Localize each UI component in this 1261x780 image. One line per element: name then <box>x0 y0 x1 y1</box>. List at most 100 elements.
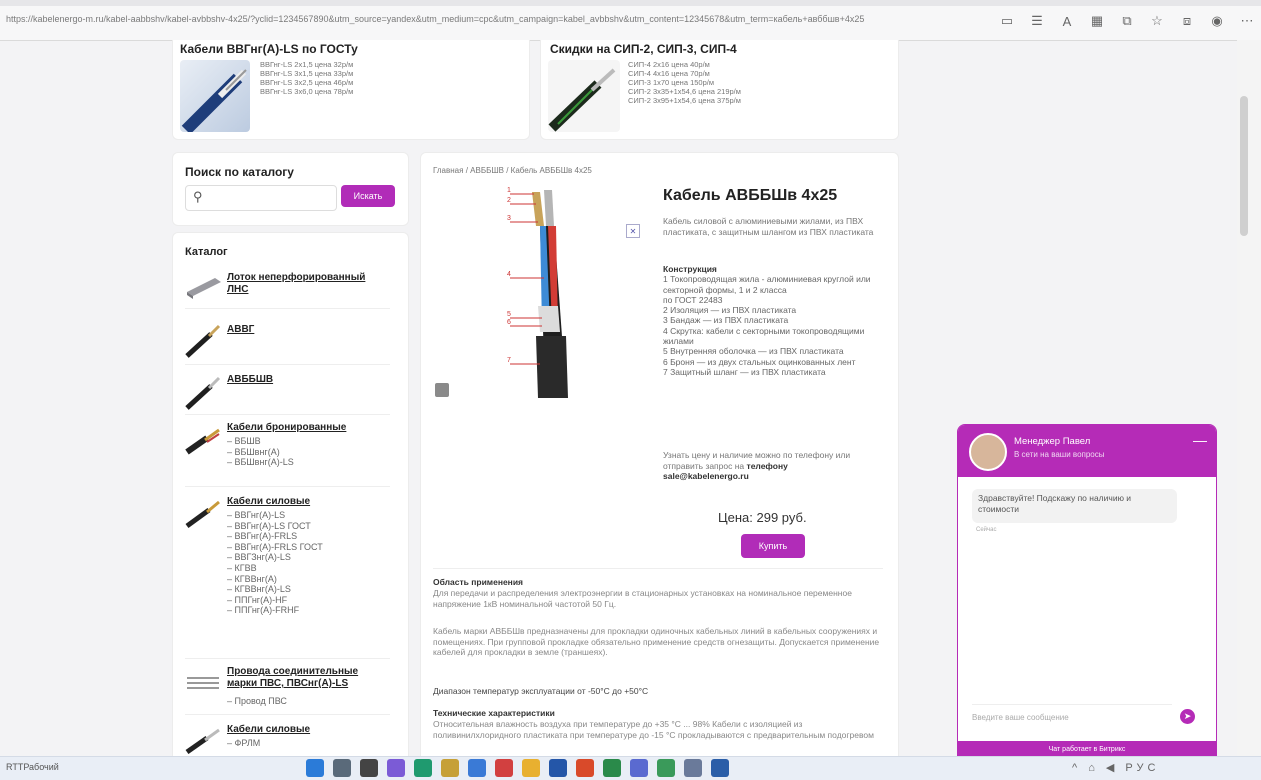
catalog-subitems: – Провод ПВС <box>227 696 287 707</box>
catalog-subitem[interactable]: – ВВГнг(А)-FRLS ГОСТ <box>227 542 323 553</box>
catalog-item-name[interactable]: Лоток неперфорированный ЛНС <box>227 272 387 296</box>
catalog-subitem-label[interactable]: Провод ПВС <box>235 696 287 706</box>
promo-line: ВВГнг-LS 3х1,5 цена 33р/м <box>260 69 354 78</box>
app-icon[interactable] <box>495 759 513 777</box>
catalog-subitem-label[interactable]: ВВГнг(А)-LS <box>235 510 286 520</box>
catalog-subitem-label[interactable]: ФРЛМ <box>235 738 261 748</box>
catalog-subitem[interactable]: – ВБШвнг(А) <box>227 447 294 458</box>
catalog-subitem[interactable]: – КГВВнг(А) <box>227 574 323 585</box>
catalog-subitem[interactable]: – ВВГнг(А)-FRLS <box>227 531 323 542</box>
search-input[interactable] <box>185 185 337 211</box>
folder-icon[interactable] <box>522 759 540 777</box>
catalog-subitem-label[interactable]: ППГнг(А)-HF <box>235 595 288 605</box>
catalog-subitem-label[interactable]: ВВГнг(А)-LS ГОСТ <box>235 521 311 531</box>
buy-button[interactable]: Купить <box>741 534 805 558</box>
tech-title: Технические характеристики <box>433 708 555 718</box>
catalog-item[interactable]: Провода соединительные марки ПВС, ПВСнг(… <box>185 666 390 708</box>
word-icon[interactable] <box>549 759 567 777</box>
callout-label: 4 <box>507 271 511 278</box>
callout-label: 6 <box>507 319 511 326</box>
explorer-icon[interactable] <box>441 759 459 777</box>
catalog-subitem-label[interactable]: КГВВнг(А) <box>235 574 277 584</box>
catalog-item[interactable]: Лоток неперфорированный ЛНС <box>185 272 390 302</box>
catalog-subitem[interactable]: – КГВВнг(А)-LS <box>227 584 323 595</box>
extension-icon[interactable]: ⧉ <box>1118 12 1136 30</box>
product-image[interactable] <box>496 186 616 400</box>
powerpoint-icon[interactable] <box>576 759 594 777</box>
catalog-subitem[interactable]: – ППГнг(А)-HF <box>227 595 323 606</box>
catalog-subitem[interactable]: – Провод ПВС <box>227 696 287 707</box>
system-tray[interactable]: ^ ⌂ ◀ РУС <box>1072 761 1159 774</box>
search-button[interactable]: Искать <box>341 185 395 207</box>
promo-title[interactable]: Кабели ВВГнг(А)-LS по ГОСТу <box>180 42 358 56</box>
chat-input[interactable]: Введите ваше сообщение <box>972 704 1172 728</box>
catalog-item-name[interactable]: Кабели силовые <box>227 724 387 736</box>
send-icon[interactable]: ➤ <box>1180 709 1195 724</box>
catalog-item-name[interactable]: Кабели силовые <box>227 496 387 508</box>
tab-search-icon[interactable]: ▭ <box>998 12 1016 30</box>
catalog-subitem[interactable]: – ВБШвнг(А)-LS <box>227 457 294 468</box>
catalog-item-name[interactable]: Кабели бронированные <box>227 422 387 434</box>
catalog-item[interactable]: Кабели бронированные – ВБШВ – ВБШвнг(А) … <box>185 422 390 478</box>
excel-icon[interactable] <box>603 759 621 777</box>
catalog-subitem-label[interactable]: ВБШвнг(А) <box>235 447 280 457</box>
catalog-item[interactable]: АВВГ <box>185 324 390 358</box>
catalog-subitem[interactable]: – ФРЛМ <box>227 738 260 749</box>
favorites-icon[interactable]: ☆ <box>1148 12 1166 30</box>
catalog-subitem[interactable]: – ВВГЗнг(А)-LS <box>227 552 323 563</box>
edge-icon[interactable] <box>414 759 432 777</box>
reader-icon[interactable]: ☰ <box>1028 12 1046 30</box>
promo-title[interactable]: Скидки на СИП-2, СИП-3, СИП-4 <box>550 42 737 56</box>
zoom-icon[interactable]: ✕ <box>626 224 640 238</box>
task-view-icon[interactable] <box>360 759 378 777</box>
translate-icon[interactable]: A <box>1058 12 1076 30</box>
catalog-item[interactable]: Кабели силовые – ВВГнг(А)-LS – ВВГнг(А)-… <box>185 496 390 656</box>
collections-icon[interactable]: ⧈ <box>1178 12 1196 30</box>
search-title: Поиск по каталогу <box>185 165 294 179</box>
app-icon[interactable] <box>711 759 729 777</box>
catalog-subitem-label[interactable]: КГВВнг(А)-LS <box>235 584 291 594</box>
catalog-subitem[interactable]: – ППГнг(А)-FRHF <box>227 605 323 616</box>
catalog-item-name[interactable]: Провода соединительные марки ПВС, ПВСнг(… <box>227 666 387 690</box>
settings-icon[interactable] <box>684 759 702 777</box>
catalog-subitem-label[interactable]: ВВГЗнг(А)-LS <box>235 552 291 562</box>
tab-strip <box>0 0 1261 6</box>
breadcrumb-link[interactable]: Главная <box>433 166 463 175</box>
apps-icon[interactable]: ▦ <box>1088 12 1106 30</box>
catalog-subitem-label[interactable]: ППГнг(А)-FRHF <box>235 605 300 615</box>
catalog-subitem-label[interactable]: ВВГнг(А)-FRLS ГОСТ <box>235 542 323 552</box>
store-icon[interactable] <box>468 759 486 777</box>
contact-email-link[interactable]: sale@kabelenergo.ru <box>663 471 749 481</box>
usage-text: Для передачи и распределения электроэнер… <box>433 588 852 609</box>
chat-header[interactable]: Менеджер Павел В сети на ваши вопросы — <box>958 425 1216 477</box>
armored-cable-icon <box>185 422 223 455</box>
teams-icon[interactable] <box>630 759 648 777</box>
catalog-item[interactable]: Кабели силовые – ФРЛМ <box>185 724 390 755</box>
search-taskbar-icon[interactable] <box>333 759 351 777</box>
chat-app-icon[interactable] <box>387 759 405 777</box>
catalog-subitem[interactable]: – ВВГнг(А)-LS <box>227 510 323 521</box>
catalog-subitem-label[interactable]: ВВГнг(А)-FRLS <box>235 531 298 541</box>
catalog-item-name[interactable]: АВВГ <box>227 324 387 336</box>
menu-icon[interactable]: ⋯ <box>1238 12 1256 30</box>
divider <box>185 364 390 365</box>
profile-icon[interactable]: ◉ <box>1208 12 1226 30</box>
app-icon[interactable] <box>657 759 675 777</box>
catalog-subitem[interactable]: – ВБШВ <box>227 436 294 447</box>
catalog-subitem[interactable]: – ВВГнг(А)-LS ГОСТ <box>227 521 323 532</box>
catalog-item[interactable]: АВББШВ <box>185 374 390 410</box>
catalog-subitem-label[interactable]: КГВВ <box>235 563 257 573</box>
scrollbar-thumb[interactable] <box>1240 96 1248 236</box>
catalog-subitem[interactable]: – КГВВ <box>227 563 323 574</box>
gallery-thumbnail[interactable] <box>435 383 449 397</box>
address-bar[interactable]: https://kabelenergo-m.ru/kabel-aabbshv/k… <box>6 14 991 30</box>
catalog-item-name[interactable]: АВББШВ <box>227 374 387 386</box>
taskbar-widget[interactable]: RTTРабочий <box>6 762 59 772</box>
breadcrumb-link[interactable]: АВББШВ <box>470 166 504 175</box>
cable-image <box>548 68 616 132</box>
start-icon[interactable] <box>306 759 324 777</box>
catalog-subitem-label[interactable]: ВБШвнг(А)-LS <box>235 457 294 467</box>
promo-line: СИП-2 3х35+1х54,6 цена 219р/м <box>628 87 741 96</box>
minimize-icon[interactable]: — <box>1193 432 1207 448</box>
catalog-subitem-label[interactable]: ВБШВ <box>235 436 261 446</box>
